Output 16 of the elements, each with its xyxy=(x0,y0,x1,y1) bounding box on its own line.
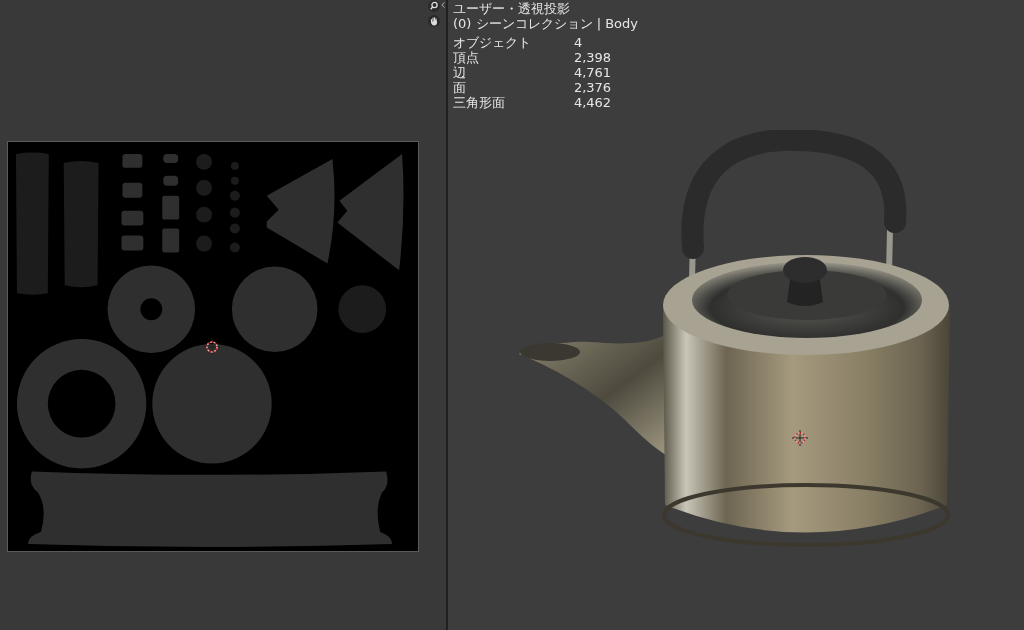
view-mode-label: ユーザー・透視投影 xyxy=(453,1,571,16)
stat-value: 4,462 xyxy=(573,95,613,110)
stat-label: 辺 xyxy=(453,65,467,80)
hand-icon[interactable] xyxy=(428,15,440,27)
stat-label: 頂点 xyxy=(453,50,480,65)
stat-label: 面 xyxy=(453,80,466,95)
cursor-icon xyxy=(792,430,808,446)
collection-label: (0) シーンコレクション | Body xyxy=(453,16,638,31)
stat-label: 三角形面 xyxy=(453,95,506,110)
stat-value: 2,398 xyxy=(573,50,613,65)
cursor-icon xyxy=(204,339,220,355)
stat-value: 4 xyxy=(573,35,584,50)
zoom-icon[interactable] xyxy=(428,0,440,12)
stat-label: オブジェクト xyxy=(453,35,532,50)
stat-value: 2,376 xyxy=(573,80,613,95)
stat-value: 4,761 xyxy=(573,65,613,80)
